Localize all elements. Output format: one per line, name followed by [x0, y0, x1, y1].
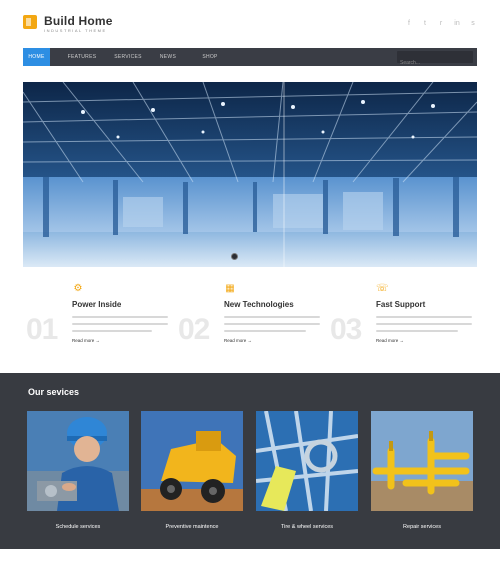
technology-icon: ▦: [225, 283, 235, 294]
section-title: Our sevices: [28, 387, 80, 397]
nav-shop[interactable]: SHOP: [199, 48, 221, 66]
feature-text-line: [224, 330, 306, 332]
skype-icon[interactable]: s: [468, 18, 478, 28]
linkedin-icon[interactable]: in: [452, 18, 462, 28]
site-title[interactable]: Build Home: [44, 14, 113, 28]
nav-features[interactable]: FEATURES: [67, 48, 97, 66]
feature-title[interactable]: Power Inside: [72, 300, 121, 309]
feature-title[interactable]: Fast Support: [376, 300, 425, 309]
feature-number: 02: [178, 313, 210, 346]
site-header: Build Home INDUSTRIAL THEME f t r in s: [0, 0, 500, 46]
read-more-link[interactable]: Read more →: [224, 338, 252, 343]
service-image-repair[interactable]: [371, 411, 473, 511]
feature-text-line: [72, 330, 152, 332]
read-more-link[interactable]: Read more →: [376, 338, 404, 343]
nav-services[interactable]: SERVICES: [113, 48, 143, 66]
feature-text-line: [376, 330, 458, 332]
support-icon: ☏: [376, 283, 389, 294]
read-more-link[interactable]: Read more →: [72, 338, 100, 343]
footer-strip: [0, 549, 500, 564]
service-image-schedule[interactable]: [27, 411, 129, 511]
feature-text-line: [376, 316, 472, 318]
feature-power-inside: 01 ⚙ Power Inside Read more →: [26, 283, 168, 353]
feature-text-line: [224, 323, 320, 325]
main-nav: HOME FEATURES SERVICES NEWS SHOP: [23, 48, 477, 69]
feature-text-line: [376, 323, 472, 325]
facebook-icon[interactable]: f: [404, 18, 414, 28]
feature-fast-support: 03 ☏ Fast Support Read more →: [330, 283, 472, 353]
feature-new-technologies: 02 ▦ New Technologies Read more →: [178, 283, 320, 353]
feature-text-line: [224, 316, 320, 318]
feature-text-line: [72, 323, 168, 325]
service-label[interactable]: Preventive maintence: [141, 524, 243, 530]
social-links: f t r in s: [404, 18, 478, 28]
service-label[interactable]: Tire & wheel services: [256, 524, 358, 530]
service-label[interactable]: Repair services: [371, 524, 473, 530]
logo-icon[interactable]: [23, 15, 37, 29]
feature-number: 03: [330, 313, 362, 346]
rss-icon[interactable]: r: [436, 18, 446, 28]
hero-slider-image: [23, 82, 477, 267]
site-tagline: INDUSTRIAL THEME: [44, 28, 107, 33]
feature-text-line: [72, 316, 168, 318]
service-image-tire-wheel[interactable]: [256, 411, 358, 511]
feature-number: 01: [26, 313, 58, 346]
search-box: [397, 51, 473, 69]
slider-pager-dot[interactable]: [231, 253, 238, 260]
nav-home[interactable]: HOME: [23, 48, 50, 66]
feature-title[interactable]: New Technologies: [224, 300, 294, 309]
search-input[interactable]: [397, 57, 473, 69]
twitter-icon[interactable]: t: [420, 18, 430, 28]
service-image-preventive[interactable]: [141, 411, 243, 511]
services-section: Our sevices Schedule services Preventive…: [0, 373, 500, 549]
gear-icon: ⚙: [73, 283, 83, 294]
service-label[interactable]: Schedule services: [27, 524, 129, 530]
nav-news[interactable]: NEWS: [157, 48, 179, 66]
